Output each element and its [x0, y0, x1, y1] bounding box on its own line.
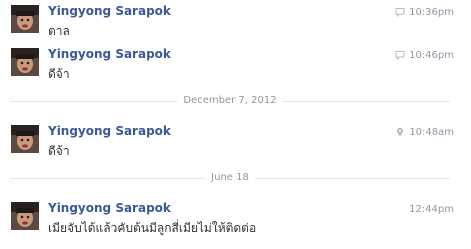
chat-bubble-icon [395, 7, 405, 17]
message-text: ดีจ้า [48, 67, 70, 81]
message-timestamp: 10:48am [409, 126, 454, 138]
message-text: ตาล [48, 24, 70, 38]
message-text: เมียจับได้แล้วคับต้นมีลูกสี่เมียไม่ให้ติ… [48, 221, 257, 235]
avatar[interactable] [11, 202, 39, 230]
message-item: Yingyong Sarapok เมียจับได้แล้วคับต้นมีล… [0, 201, 471, 242]
sender-name-link[interactable]: Yingyong Sarapok [48, 4, 171, 18]
avatar[interactable] [11, 125, 39, 153]
message-item: Yingyong Sarapok ดีจ้า 10:46pm [0, 47, 471, 88]
date-divider: June 18 [10, 172, 450, 184]
message-timestamp: 12:44pm [409, 203, 454, 215]
message-item: Yingyong Sarapok ดีจ้า 10:48am [0, 124, 471, 165]
avatar[interactable] [11, 48, 39, 76]
avatar-photo-icon [11, 202, 39, 230]
location-pin-icon[interactable] [395, 127, 405, 137]
sender-name-link[interactable]: Yingyong Sarapok [48, 124, 171, 138]
message-meta: 10:48am [395, 125, 454, 139]
avatar-photo-icon [11, 125, 39, 153]
avatar-photo-icon [11, 48, 39, 76]
message-item: Yingyong Sarapok ตาล 10:36pm [0, 4, 471, 45]
message-timestamp: 10:36pm [409, 6, 454, 18]
message-meta: 10:46pm [395, 48, 454, 62]
sender-name-link[interactable]: Yingyong Sarapok [48, 47, 171, 61]
avatar-photo-icon [11, 5, 39, 33]
sender-name-link[interactable]: Yingyong Sarapok [48, 201, 171, 215]
message-text: ดีจ้า [48, 144, 70, 158]
message-meta: 12:44pm [409, 202, 454, 216]
avatar[interactable] [11, 5, 39, 33]
date-divider: December 7, 2012 [10, 95, 450, 107]
message-timestamp: 10:46pm [409, 49, 454, 61]
divider-date-label: June 18 [205, 172, 255, 184]
message-thread: Yingyong Sarapok ตาล 10:36pm Yingyong Sa… [0, 0, 471, 249]
divider-date-label: December 7, 2012 [177, 95, 283, 107]
chat-bubble-icon [395, 50, 405, 60]
message-meta: 10:36pm [395, 5, 454, 19]
